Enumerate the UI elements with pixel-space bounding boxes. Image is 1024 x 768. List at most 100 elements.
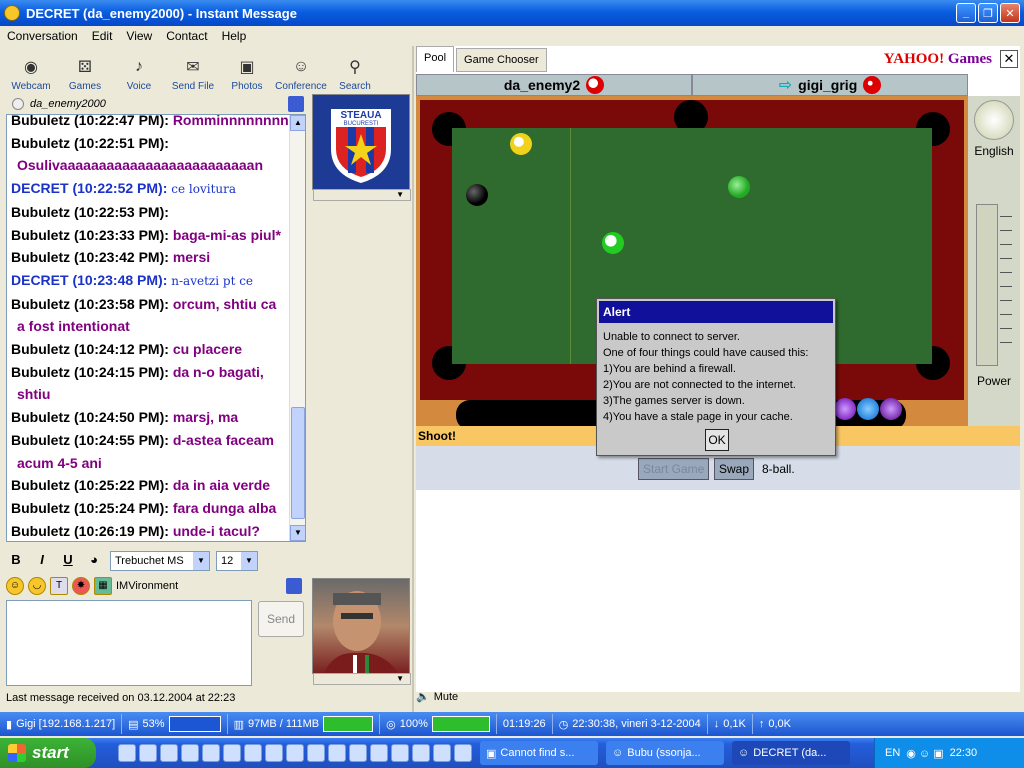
quick-launch-icon[interactable]: [265, 744, 283, 762]
italic-button[interactable]: I: [32, 552, 52, 570]
close-game-button[interactable]: ✕: [1000, 50, 1018, 68]
avatar-dropdown[interactable]: ▼: [313, 673, 411, 685]
tab-pool[interactable]: Pool: [416, 46, 455, 72]
font-select[interactable]: Trebuchet MS ▼: [110, 551, 210, 571]
message-text: baga-mi-as piul*: [172, 226, 281, 243]
scroll-thumb[interactable]: [291, 407, 305, 519]
quick-launch-icon[interactable]: [349, 744, 367, 762]
quick-launch-icon[interactable]: [160, 744, 178, 762]
send-file-button[interactable]: ✉ Send File: [168, 55, 218, 92]
alert-line: One of four things could have caused thi…: [603, 347, 809, 359]
chat-message: Bubuletz (10:22:51 PM):: [11, 132, 291, 155]
menu-view[interactable]: View: [119, 29, 159, 43]
quick-launch-icon[interactable]: [328, 744, 346, 762]
menu-contact[interactable]: Contact: [159, 29, 214, 43]
menu-help[interactable]: Help: [215, 29, 254, 43]
contact-card-icon[interactable]: [286, 578, 302, 594]
quick-launch-icon[interactable]: [454, 744, 472, 762]
ball-4: [834, 398, 856, 420]
english-spin-control[interactable]: [974, 100, 1014, 140]
mute-control[interactable]: 🔈 Mute: [416, 690, 458, 704]
avatar-dropdown[interactable]: ▼: [313, 189, 411, 201]
scroll-down-icon[interactable]: ▼: [290, 525, 305, 541]
message-input[interactable]: [6, 600, 252, 686]
contact-details-icon[interactable]: [288, 96, 304, 112]
photos-icon: ▣: [239, 59, 255, 76]
quick-launch-icon[interactable]: [223, 744, 241, 762]
cpu-meter: [168, 716, 221, 732]
taskbar: start ▣ Cannot find s... ☺ Bubu (ssonja...…: [0, 738, 1024, 768]
color-palette-icon[interactable]: ◕: [84, 552, 104, 570]
steaua-crest: STEAUA BUCURESTI: [331, 109, 391, 183]
conference-button[interactable]: ☺ Conference: [275, 55, 327, 92]
chat-history[interactable]: Bubuletz (10:22:47 PM): Romminnnnnnnn Bub…: [6, 114, 306, 542]
send-button[interactable]: Send: [258, 601, 304, 637]
chat-message: DECRET (10:23:48 PM): n-avetzi pt ce: [11, 269, 291, 293]
quick-launch-icon[interactable]: [118, 744, 136, 762]
ok-button[interactable]: OK: [705, 429, 729, 451]
power-meter[interactable]: [976, 204, 998, 366]
search-icon: ⚲: [349, 59, 361, 76]
start-game-button[interactable]: Start Game: [638, 458, 710, 480]
close-button[interactable]: ✕: [1000, 3, 1020, 23]
quick-launch-icon[interactable]: [244, 744, 262, 762]
quick-launch-icon[interactable]: [139, 744, 157, 762]
bold-button[interactable]: B: [6, 552, 26, 570]
pane-divider[interactable]: [412, 46, 414, 712]
language-indicator[interactable]: EN: [885, 747, 900, 759]
pocketed-balls: [834, 398, 902, 420]
clock-icon: ◷: [558, 718, 569, 731]
imvironment-icon[interactable]: ▦: [94, 577, 112, 595]
alert-line: 2)You are not connected to the internet.: [603, 379, 796, 391]
emoticon-icon[interactable]: ☺: [6, 577, 24, 595]
quick-launch-icon[interactable]: [412, 744, 430, 762]
message-text: unde-i tacul?: [172, 522, 260, 539]
quick-launch-icon[interactable]: [202, 744, 220, 762]
text-style-icon[interactable]: T: [50, 577, 68, 595]
avatar-photo: [323, 591, 399, 675]
quick-launch-icon[interactable]: [370, 744, 388, 762]
quick-launch-icon[interactable]: [433, 744, 451, 762]
font-size-select[interactable]: 12 ▼: [216, 551, 258, 571]
taskbar-item-active[interactable]: ☺ DECRET (da...: [732, 741, 850, 765]
voice-button[interactable]: ♪ Voice: [114, 55, 164, 92]
message-sender: Bubuletz (10:25:24 PM):: [11, 499, 169, 516]
send-file-icon: ✉: [186, 59, 200, 76]
maximize-button[interactable]: ❐: [978, 3, 998, 23]
menu-edit[interactable]: Edit: [85, 29, 120, 43]
scroll-up-icon[interactable]: ▲: [290, 115, 305, 131]
player-1: da_enemy2: [416, 74, 692, 96]
menu-conversation[interactable]: Conversation: [0, 29, 85, 43]
nudge-icon[interactable]: ✸: [72, 577, 90, 595]
photos-button[interactable]: ▣ Photos: [222, 55, 272, 92]
speaker-icon: 🔈: [416, 691, 430, 703]
quick-launch-icon[interactable]: [391, 744, 409, 762]
memory-meter: [323, 716, 374, 732]
minimize-button[interactable]: _: [956, 3, 976, 23]
quick-launch-icon[interactable]: [286, 744, 304, 762]
tray-icons[interactable]: ◉ ☺ ▣: [906, 747, 943, 760]
clock[interactable]: 22:30: [950, 747, 978, 759]
taskbar-item[interactable]: ▣ Cannot find s...: [480, 741, 598, 765]
recipient-bar: da_enemy2000: [6, 95, 306, 113]
svg-text:BUCURESTI: BUCURESTI: [344, 121, 379, 127]
tab-game-chooser[interactable]: Game Chooser: [456, 48, 547, 72]
taskbar-item[interactable]: ☺ Bubu (ssonja...: [606, 741, 724, 765]
chevron-down-icon: ▼: [193, 552, 209, 570]
quick-launch-icon[interactable]: [181, 744, 199, 762]
clock-segment: ◷ 22:30:38, vineri 3-12-2004: [553, 714, 708, 734]
chat-scrollbar[interactable]: ▲ ▼: [289, 115, 305, 541]
underline-button[interactable]: U: [58, 552, 78, 570]
games-button[interactable]: ⚄ Games: [60, 55, 110, 92]
search-button[interactable]: ⚲ Search: [330, 55, 380, 92]
webcam-button[interactable]: ◉ Webcam: [6, 55, 56, 92]
player-2-name: gigi_grig: [798, 77, 858, 93]
swap-button[interactable]: Swap: [714, 458, 755, 480]
chevron-down-icon: ▼: [241, 552, 257, 570]
audible-icon[interactable]: ◡: [28, 577, 46, 595]
message-text: shtiu: [17, 386, 51, 403]
start-button[interactable]: start: [0, 738, 96, 768]
chat-message: Bubuletz (10:25:22 PM): da in aia verde: [11, 474, 291, 497]
voice-icon: ♪: [135, 58, 143, 75]
quick-launch-icon[interactable]: [307, 744, 325, 762]
